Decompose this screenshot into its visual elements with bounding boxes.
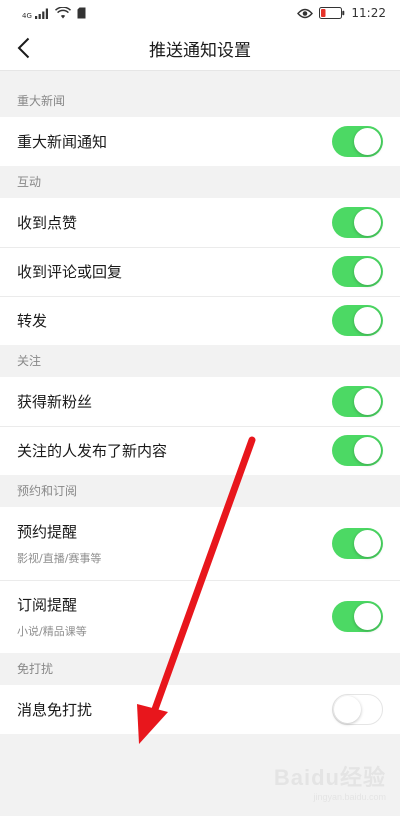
network-type-label: 4G [22, 11, 32, 20]
subscription-reminder-toggle[interactable] [332, 601, 383, 632]
setting-sublabel: 影视/直播/赛事等 [17, 552, 102, 565]
toggle-knob [354, 388, 381, 415]
navigation-bar: 推送通知设置 [0, 26, 400, 71]
toggle-knob [354, 437, 381, 464]
setting-row-reposts[interactable]: 转发 [0, 296, 400, 345]
section-header: 关注 [0, 345, 400, 377]
toggle-knob [354, 258, 381, 285]
section-reservation-subscription: 预约和订阅 预约提醒 影视/直播/赛事等 订阅提醒 小说/精品课等 [0, 475, 400, 653]
toggle-knob [354, 530, 381, 557]
settings-group: 预约提醒 影视/直播/赛事等 订阅提醒 小说/精品课等 [0, 507, 400, 653]
toggle-knob [354, 307, 381, 334]
watermark-main: Baidu经验 [273, 765, 386, 790]
settings-group: 重大新闻通知 [0, 117, 400, 166]
setting-label: 收到点赞 [17, 214, 78, 232]
status-bar-right: 11:22 [297, 6, 386, 20]
setting-row-likes[interactable]: 收到点赞 [0, 198, 400, 247]
setting-row-subscription-reminder[interactable]: 订阅提醒 小说/精品课等 [0, 580, 400, 653]
section-follow: 关注 获得新粉丝 关注的人发布了新内容 [0, 345, 400, 475]
page-title: 推送通知设置 [149, 40, 251, 61]
watermark-sub: jingyan.baidu.com [313, 792, 386, 802]
setting-row-comments[interactable]: 收到评论或回复 [0, 247, 400, 296]
section-major-news: 重大新闻 重大新闻通知 [0, 85, 400, 166]
back-arrow-icon [17, 37, 30, 59]
section-header: 预约和订阅 [0, 475, 400, 507]
followed-posts-toggle[interactable] [332, 435, 383, 466]
reservation-reminder-toggle[interactable] [332, 528, 383, 559]
setting-label: 消息免打扰 [17, 701, 93, 719]
setting-label: 关注的人发布了新内容 [17, 442, 168, 460]
major-news-toggle[interactable] [332, 126, 383, 157]
status-bar: 4G 11:22 [0, 0, 400, 26]
setting-label: 重大新闻通知 [17, 133, 108, 151]
toggle-knob [354, 209, 381, 236]
do-not-disturb-toggle[interactable] [332, 694, 383, 725]
toggle-knob [354, 603, 381, 630]
baidu-watermark: Baidu经验 jingyan.baidu.com [274, 760, 386, 802]
top-spacer [0, 71, 400, 85]
setting-sublabel: 小说/精品课等 [17, 625, 87, 638]
battery-icon [319, 7, 345, 19]
setting-row-followed-posts[interactable]: 关注的人发布了新内容 [0, 426, 400, 475]
setting-row-reservation-reminder[interactable]: 预约提醒 影视/直播/赛事等 [0, 507, 400, 580]
section-header: 重大新闻 [0, 85, 400, 117]
likes-toggle[interactable] [332, 207, 383, 238]
comments-toggle[interactable] [332, 256, 383, 287]
settings-list: 重大新闻 重大新闻通知 互动 收到点赞 收到评论或回复 转发 关注 获得新粉丝 … [0, 85, 400, 734]
settings-group: 消息免打扰 [0, 685, 400, 734]
settings-group: 获得新粉丝 关注的人发布了新内容 [0, 377, 400, 475]
wifi-icon [54, 7, 71, 19]
setting-row-major-news[interactable]: 重大新闻通知 [0, 117, 400, 166]
setting-label: 转发 [17, 312, 48, 330]
setting-label: 获得新粉丝 [17, 393, 93, 411]
toggle-knob [334, 695, 361, 723]
section-header: 互动 [0, 166, 400, 198]
back-button[interactable] [8, 32, 40, 64]
setting-label: 收到评论或回复 [17, 263, 123, 281]
status-time: 11:22 [351, 6, 386, 20]
section-header: 免打扰 [0, 653, 400, 685]
eye-icon [297, 8, 314, 18]
setting-row-new-followers[interactable]: 获得新粉丝 [0, 377, 400, 426]
setting-row-do-not-disturb[interactable]: 消息免打扰 [0, 685, 400, 734]
new-followers-toggle[interactable] [332, 386, 383, 417]
setting-label: 预约提醒 [17, 523, 78, 541]
status-bar-left: 4G [22, 7, 86, 20]
setting-label: 订阅提醒 [17, 596, 78, 614]
sim-icon [77, 7, 86, 19]
settings-group: 收到点赞 收到评论或回复 转发 [0, 198, 400, 345]
signal-icon [34, 8, 48, 19]
toggle-knob [354, 128, 381, 155]
section-do-not-disturb: 免打扰 消息免打扰 [0, 653, 400, 734]
reposts-toggle[interactable] [332, 305, 383, 336]
section-interaction: 互动 收到点赞 收到评论或回复 转发 [0, 166, 400, 345]
